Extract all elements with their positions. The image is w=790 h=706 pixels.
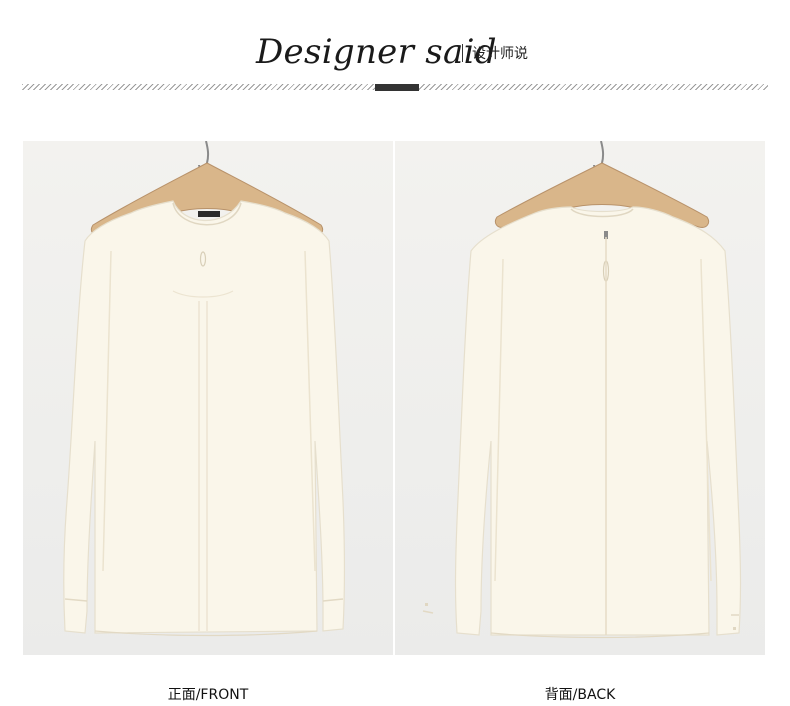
caption-back: 背面/BACK (544, 687, 616, 703)
blouse-back-illustration (422, 141, 742, 639)
divider-accent (375, 84, 419, 91)
product-photo-front (23, 141, 393, 655)
brand-label (198, 211, 220, 217)
section-header: Designer said 设计师说 (0, 30, 790, 74)
section-title-chinese: 设计师说 (472, 46, 528, 62)
title-divider (462, 44, 463, 62)
product-photo-back (395, 141, 765, 655)
blouse-front-illustration (63, 141, 346, 637)
section-title: Designer said (256, 32, 497, 72)
caption-front: 正面/FRONT (167, 687, 249, 703)
